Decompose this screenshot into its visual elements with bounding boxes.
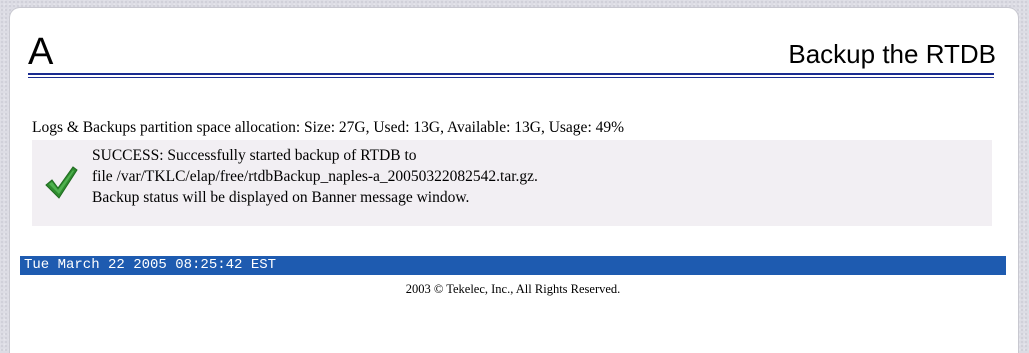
message-line: Backup status will be displayed on Banne… — [92, 189, 470, 206]
content-panel: A Backup the RTDB Logs & Backups partiti… — [10, 8, 1018, 353]
message-text: SUCCESS: Successfully started backup of … — [92, 145, 538, 208]
status-bar-timestamp: Tue March 22 2005 08:25:42 EST — [20, 256, 1006, 275]
message-line: file /var/TKLC/elap/free/rtdbBackup_napl… — [92, 168, 538, 185]
success-message-box: SUCCESS: Successfully started backup of … — [32, 140, 992, 226]
server-letter: A — [28, 31, 54, 73]
checkmark-icon — [45, 166, 78, 199]
header-rule-bottom — [28, 77, 994, 78]
header-rule-top — [28, 73, 994, 75]
copyright-text: 2003 © Tekelec, Inc., All Rights Reserve… — [405, 282, 621, 296]
page-header: A Backup the RTDB — [10, 8, 1018, 88]
page-title: Backup the RTDB — [788, 39, 996, 69]
message-line: SUCCESS: Successfully started backup of … — [92, 147, 417, 164]
partition-space-info: Logs & Backups partition space allocatio… — [32, 119, 625, 136]
